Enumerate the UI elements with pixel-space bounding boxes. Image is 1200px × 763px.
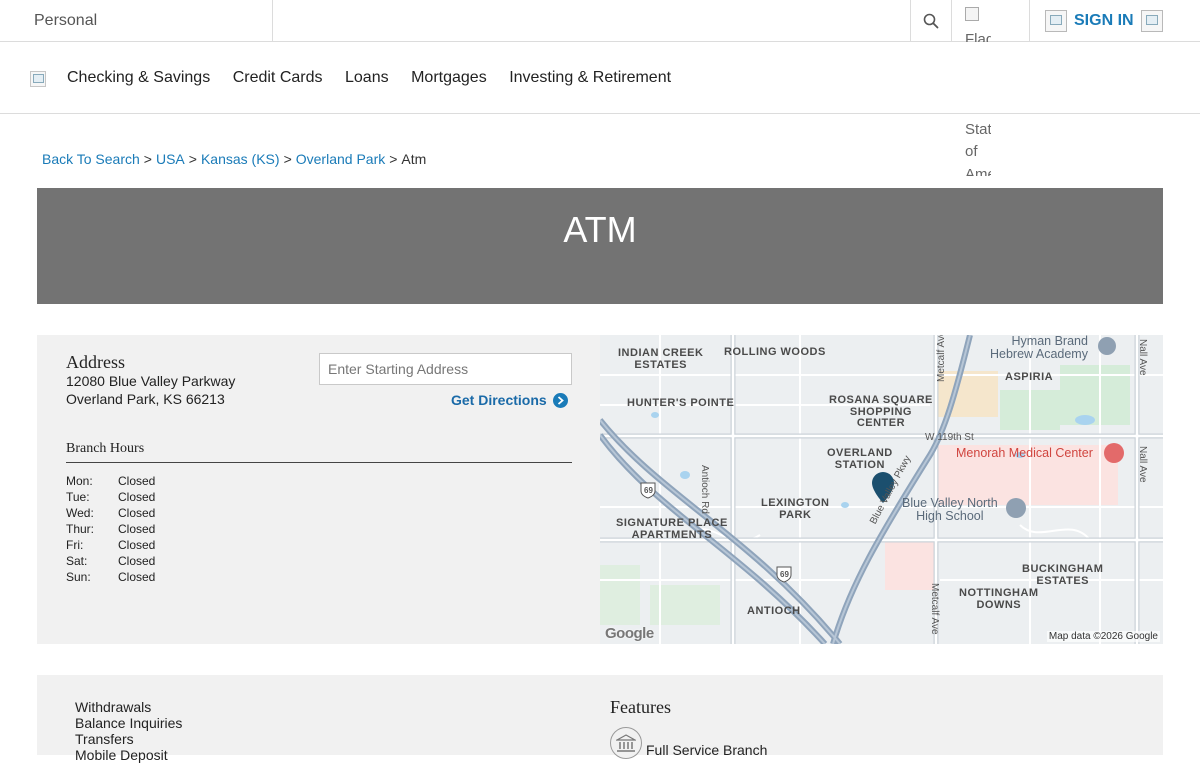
services-panel: Withdrawals Balance Inquiries Transfers …	[37, 675, 1163, 763]
hours-day: Fri:	[66, 538, 84, 552]
hours-status: Closed	[118, 506, 156, 520]
chevron-right-icon	[552, 392, 568, 408]
map-poi-hyman-brand[interactable]: Hyman Brand Hebrew Academy	[990, 335, 1088, 361]
breadcrumb-back-to-search[interactable]: Back To Search	[42, 151, 140, 167]
starting-address-input[interactable]	[319, 353, 572, 385]
feature-item: Full Service Branch	[610, 727, 767, 759]
flag-alt-word: of	[965, 143, 978, 160]
feature-label: Full Service Branch	[646, 742, 768, 758]
breadcrumb-separator: >	[143, 151, 152, 167]
hours-row: Tue: Closed	[66, 489, 155, 505]
hours-row: Sun: Closed	[66, 569, 155, 585]
flag-alt-word: America	[965, 165, 991, 177]
hours-day: Thur:	[66, 522, 95, 536]
nav-item-loans[interactable]: Loans	[345, 69, 389, 87]
services-list: Withdrawals Balance Inquiries Transfers …	[75, 699, 182, 763]
lock-icon	[1045, 10, 1067, 32]
branch-hours-table: Mon: Closed Tue: Closed Wed: Closed Thur: Cl…	[66, 473, 155, 585]
location-info-panel: Address 12080 Blue Valley Parkway Overla…	[37, 335, 600, 644]
page-title: ATM	[563, 209, 637, 250]
breadcrumb-current: Atm	[401, 151, 427, 167]
map-label-rolling-woods: ROLLING WOODS	[724, 346, 826, 358]
map-label-rosana-square: ROSANA SQUARE SHOPPING CENTER	[829, 394, 933, 429]
map-street-metcalf-top: Metcalf Ave	[936, 335, 947, 382]
map-street-antioch-rd: Antioch Rd	[699, 465, 710, 514]
map-label-lexington-park: LEXINGTON PARK	[761, 497, 830, 521]
hours-day: Sat:	[66, 554, 88, 568]
personal-segment-link[interactable]: Personal	[0, 0, 273, 41]
address-line-2: Overland Park, KS 66213	[66, 391, 225, 407]
breadcrumb-separator: >	[389, 151, 398, 167]
breadcrumb-overland-park[interactable]: Overland Park	[296, 151, 385, 167]
map-label-overland-station: OVERLAND STATION	[827, 447, 893, 471]
map-attribution[interactable]: Map data ©2026 Google	[1046, 631, 1160, 642]
map-street-nall-top: Nall Ave	[1137, 339, 1148, 376]
top-utility-bar: Personal FlagoftheUnitedStatesofAmerica …	[0, 0, 1200, 176]
map-poi-menorah-medical[interactable]: Menorah Medical Center	[956, 447, 1093, 460]
nav-item-checking-savings[interactable]: Checking & Savings	[67, 69, 210, 87]
hours-row: Sat: Closed	[66, 553, 155, 569]
hours-day: Wed:	[66, 506, 94, 520]
sign-in-label: SIGN IN	[1074, 12, 1134, 29]
branch-hours-heading: Branch Hours	[66, 441, 572, 463]
page-title-banner: ATM	[37, 188, 1163, 304]
main-navigation: Checking & Savings Credit Cards Loans Mo…	[0, 42, 1200, 114]
flag-alt-word: States	[965, 120, 991, 138]
hours-status: Closed	[118, 538, 156, 552]
hours-day: Mon:	[66, 474, 93, 488]
nav-item-credit-cards[interactable]: Credit Cards	[233, 69, 323, 87]
hours-status: Closed	[118, 522, 156, 536]
nav-item-investing-retirement[interactable]: Investing & Retirement	[509, 69, 671, 87]
hours-row: Wed: Closed	[66, 505, 155, 521]
hours-row: Mon: Closed	[66, 473, 155, 489]
sign-in-button[interactable]: SIGN IN	[1045, 10, 1163, 32]
map-shield-69-bottom: 69	[780, 570, 789, 579]
service-item: Transfers	[75, 731, 134, 747]
hours-status: Closed	[118, 474, 156, 488]
broken-image-icon	[965, 7, 979, 21]
hours-day: Sun:	[66, 570, 91, 584]
breadcrumb-usa[interactable]: USA	[156, 151, 185, 167]
search-button[interactable]	[910, 0, 952, 41]
hours-row: Fri: Closed	[66, 537, 155, 553]
search-icon	[923, 13, 939, 28]
service-item: Balance Inquiries	[75, 715, 183, 731]
address-heading: Address	[66, 352, 125, 372]
get-directions-label: Get Directions	[451, 392, 547, 408]
map-shield-69-top: 69	[644, 486, 653, 495]
map-label-signature-place: SIGNATURE PLACE APARTMENTS	[616, 517, 728, 541]
map-street-w119: W 119th St	[925, 432, 974, 443]
map-roads	[600, 335, 1163, 644]
address-line-1: 12080 Blue Valley Parkway	[66, 373, 236, 389]
location-map[interactable]: INDIAN CREEK ESTATES ROLLING WOODS HUNTE…	[600, 335, 1163, 644]
map-label-buckingham: BUCKINGHAM ESTATES	[1022, 563, 1104, 587]
nav-item-mortgages[interactable]: Mortgages	[411, 69, 487, 87]
hours-day: Tue:	[66, 490, 90, 504]
map-poi-blue-valley-north[interactable]: Blue Valley North High School	[902, 497, 998, 523]
map-label-aspiria: ASPIRIA	[1005, 371, 1054, 383]
hours-status: Closed	[118, 570, 156, 584]
hours-row: Thur: Closed	[66, 521, 155, 537]
hours-status: Closed	[118, 490, 156, 504]
breadcrumb: Back To Search > USA > Kansas (KS) > Overland …	[42, 151, 426, 167]
map-label-indian-creek: INDIAN CREEK ESTATES	[618, 347, 704, 371]
get-directions-button[interactable]: Get Directions	[451, 392, 568, 408]
google-logo[interactable]: Google	[605, 625, 654, 642]
bank-building-icon	[610, 727, 642, 759]
map-label-antioch: ANTIOCH	[747, 605, 801, 617]
breadcrumb-separator: >	[188, 151, 197, 167]
service-item: Withdrawals	[75, 699, 152, 715]
features-heading: Features	[610, 697, 671, 717]
hours-status: Closed	[118, 554, 156, 568]
chevron-down-icon	[1140, 10, 1163, 32]
breadcrumb-kansas[interactable]: Kansas (KS)	[201, 151, 280, 167]
breadcrumb-separator: >	[283, 151, 292, 167]
service-item: Mobile Deposit	[75, 747, 168, 763]
divider	[1029, 0, 1030, 41]
map-street-nall-mid: Nall Ave	[1137, 446, 1148, 483]
map-label-hunters-pointe: HUNTER'S POINTE	[627, 397, 735, 409]
bank-logo[interactable]	[30, 71, 46, 87]
map-street-metcalf-bottom: Metcalf Ave	[929, 583, 940, 635]
map-label-nottingham: NOTTINGHAM DOWNS	[959, 587, 1039, 611]
